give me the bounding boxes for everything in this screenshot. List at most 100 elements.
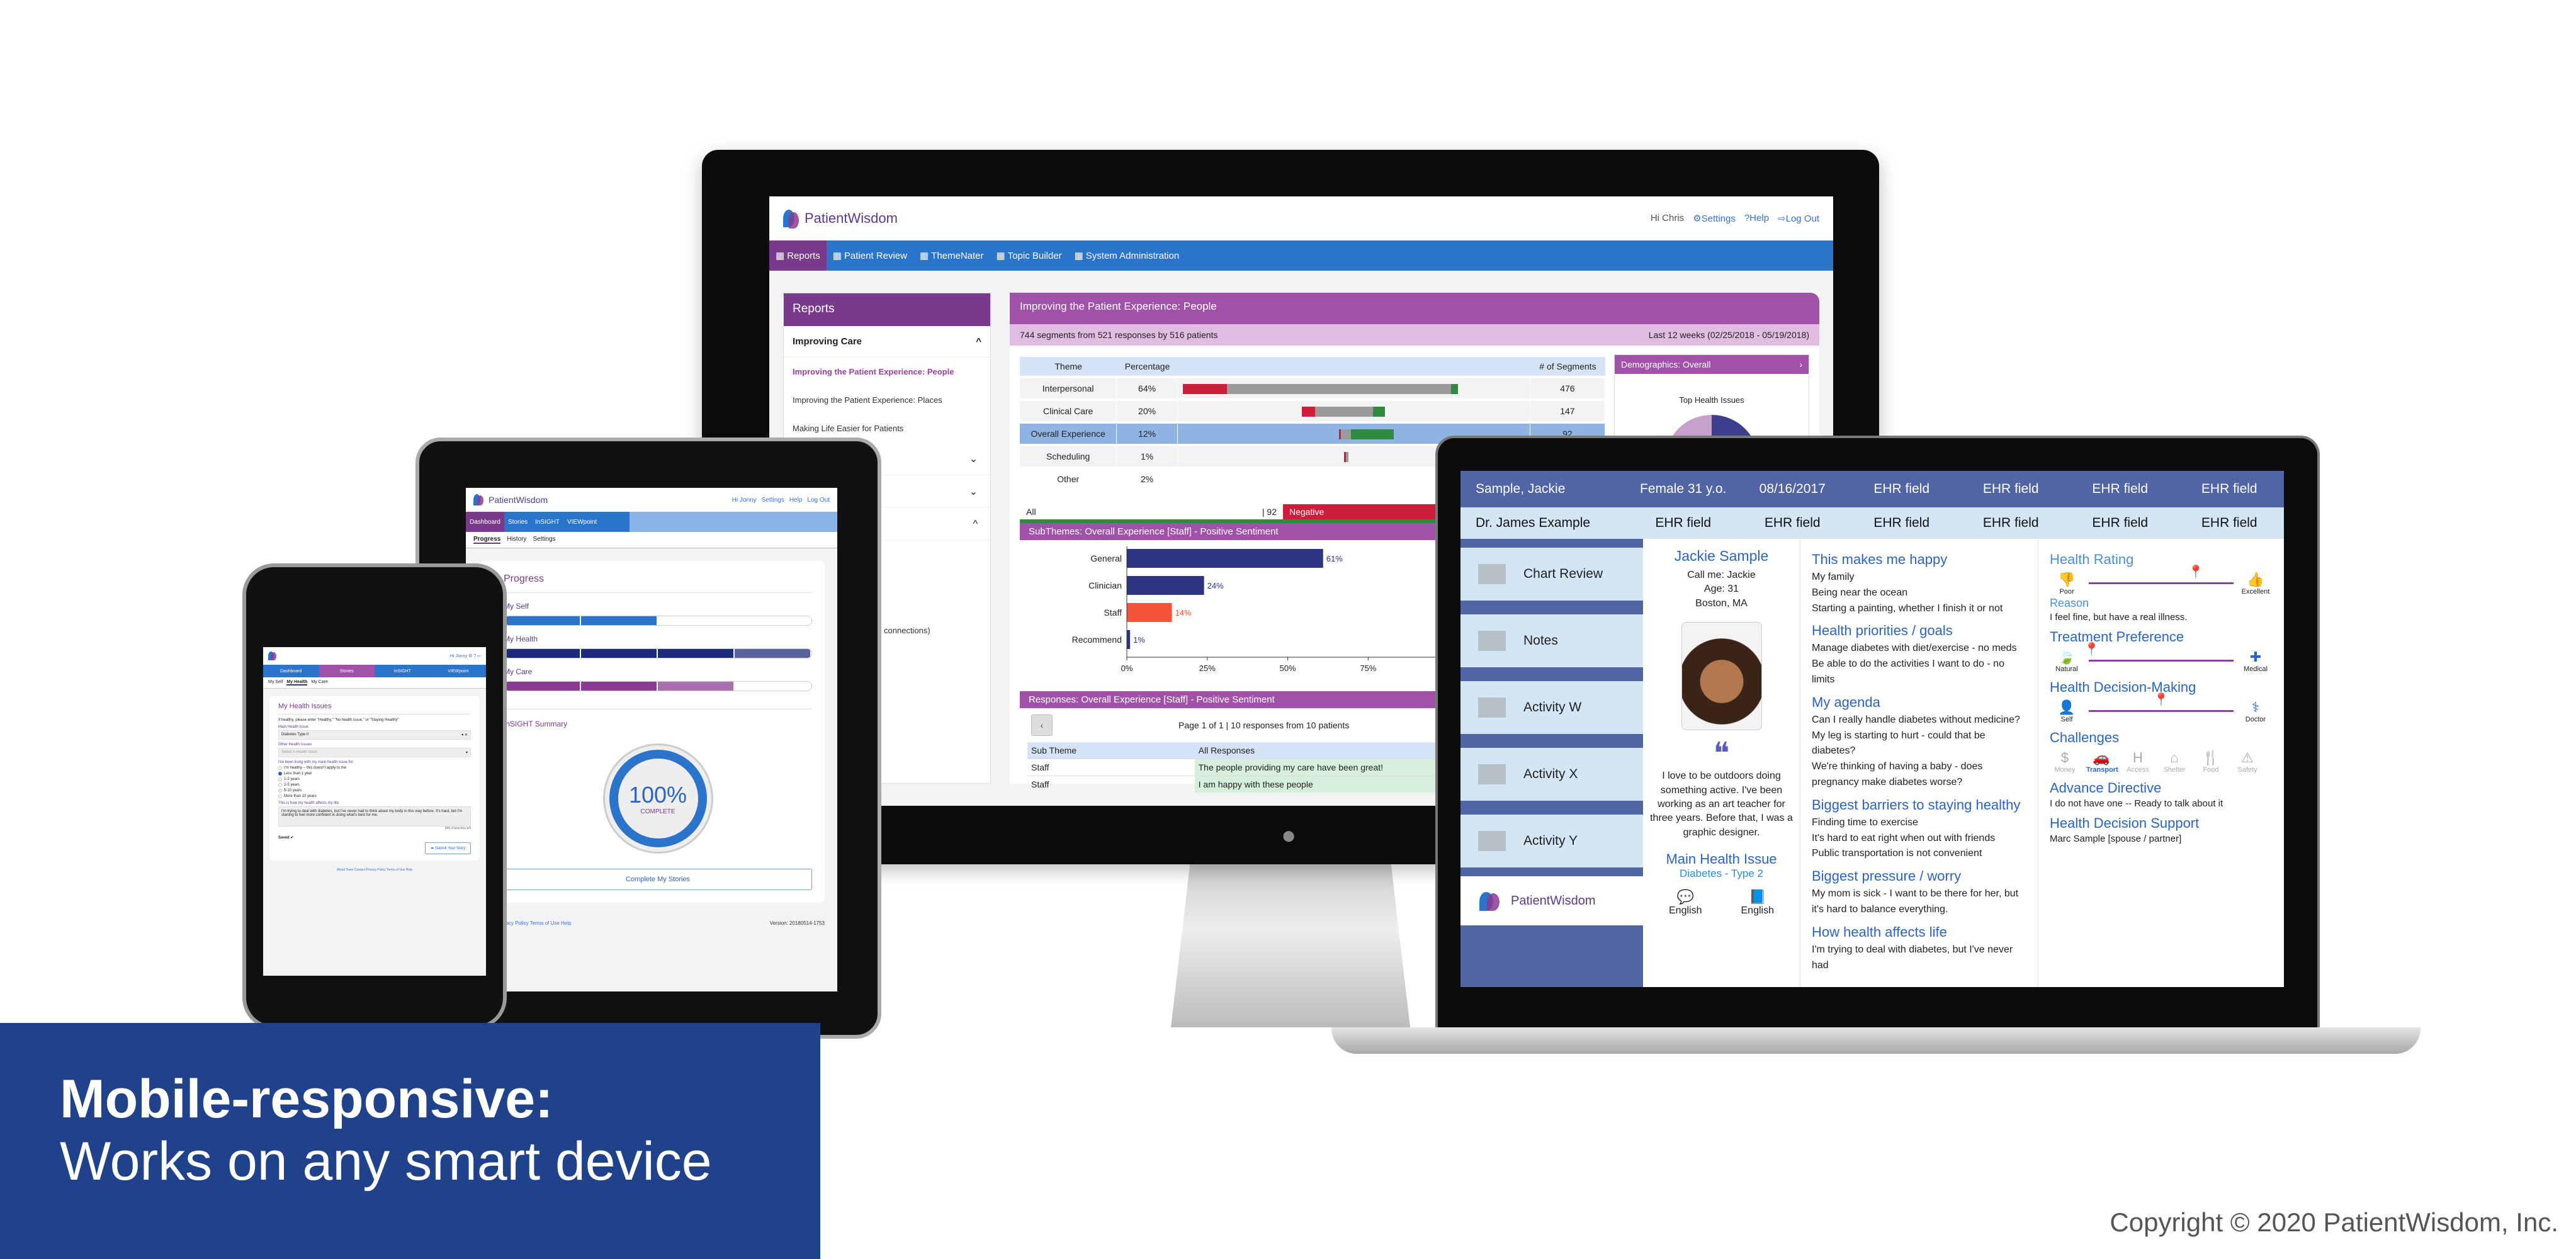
chevron-right-icon[interactable]: › — [1799, 359, 1802, 370]
bar[interactable] — [1127, 549, 1323, 568]
nav-tab-viewpoint[interactable]: VIEWpoint — [563, 512, 601, 532]
sentiment-bar-cell — [1177, 378, 1530, 398]
patientwisdom-logo[interactable]: PatientWisdom — [473, 493, 548, 507]
sentiment-bar[interactable] — [1344, 452, 1348, 462]
radio-button[interactable] — [278, 789, 282, 793]
challenge-money[interactable]: $ Money — [2050, 750, 2080, 774]
sentiment-bar[interactable] — [1182, 384, 1459, 394]
sidebar-item-activity-x[interactable]: Activity X — [1460, 748, 1643, 801]
bar[interactable] — [1127, 630, 1131, 649]
radio-button[interactable] — [278, 766, 282, 770]
nav-tab-stories[interactable]: Stories — [504, 512, 531, 532]
sidebar-item-places[interactable]: Improving the Patient Experience: Places — [784, 386, 990, 414]
footer-link-contact[interactable]: Contact — [354, 868, 366, 872]
duration-radio[interactable]: 1-2 years — [278, 777, 471, 781]
bar[interactable] — [1127, 603, 1172, 622]
radio-button[interactable] — [278, 783, 282, 787]
logo-mark-icon[interactable] — [268, 650, 277, 662]
footer-link-terms-of-use[interactable]: Terms of Use — [530, 920, 561, 926]
nav-tab-insight[interactable]: InSIGHT — [375, 665, 431, 677]
nav-tab-viewpoint[interactable]: VIEWpoint — [431, 665, 487, 677]
patientwisdom-logo[interactable]: PatientWisdom — [1460, 876, 1643, 925]
prev-page-button[interactable]: ‹ — [1031, 714, 1053, 736]
filter-tab-all[interactable]: All | 92 — [1020, 504, 1283, 523]
sidebar-item-activity-w[interactable]: Activity W — [1460, 681, 1643, 734]
radio-button[interactable] — [278, 777, 282, 781]
sentiment-bar[interactable] — [1301, 407, 1386, 417]
header-link-help[interactable]: Help — [789, 497, 803, 504]
bar[interactable] — [1127, 576, 1204, 595]
sidebar-item-people[interactable]: Improving the Patient Experience: People — [784, 358, 990, 386]
header-field: EHR field — [1873, 482, 1930, 496]
neu-segment — [1227, 384, 1452, 394]
other-health-issues-select[interactable]: Select A Health Issue ▾ — [278, 748, 471, 757]
apple-logo-icon: ● — [1281, 821, 1297, 849]
nav-tab-stories[interactable]: Stories — [319, 665, 375, 677]
main-health-issue-select[interactable]: Diabetes Type II ▾ ✕ — [278, 730, 471, 740]
subtab-progress[interactable]: Progress — [473, 536, 501, 544]
footer-link-terms-of-use[interactable]: Terms of Use — [387, 868, 406, 872]
sentiment-bar[interactable] — [1339, 429, 1394, 439]
sidebar-group-improving-care[interactable]: Improving Care ^ — [784, 326, 990, 358]
duration-radio[interactable]: More than 10 years — [278, 794, 471, 798]
radio-button[interactable] — [278, 794, 282, 798]
written-language: 📘 English — [1741, 889, 1774, 917]
speech-bubble-icon: 💬 — [1676, 889, 1694, 905]
footer-link-help[interactable]: Help — [406, 868, 412, 872]
nav-tab-themenater[interactable]: ▦ ThemeNater — [913, 240, 990, 271]
patient-quote: I love to be outdoors doing something ac… — [1650, 771, 1793, 838]
nav-tab-reports[interactable]: ▦ Reports — [769, 240, 827, 271]
chevron-down-icon: ⌄ — [969, 453, 978, 465]
sidebar-item-activity-y[interactable]: Activity Y — [1460, 815, 1643, 867]
sidebar-item-label: Activity X — [1523, 767, 1578, 781]
challenge-shelter[interactable]: ⌂ Shelter — [2159, 750, 2189, 774]
decision-making-scale: 👤 Self 📍 ⚕ Doctor — [2050, 693, 2273, 723]
radio-button[interactable] — [278, 772, 282, 776]
duration-radio[interactable]: 5-10 years — [278, 789, 471, 793]
neu-segment — [1340, 429, 1352, 439]
health-affects-life-textarea[interactable]: I'm trying to deal with diabetes, but I'… — [278, 806, 471, 827]
header-link-log-out[interactable]: Log Out — [807, 497, 830, 504]
table-row[interactable]: Clinical Care 20% 147 — [1020, 401, 1605, 421]
duration-radio[interactable]: I'm healthy -- this doesn't apply to me — [278, 766, 471, 770]
nav-tab-system-administration[interactable]: ▦ System Administration — [1068, 240, 1186, 271]
challenge-food[interactable]: 🍴 Food — [2196, 750, 2226, 774]
radio-label: Less than 1 year — [284, 772, 312, 776]
nav-tab-label: System Administration — [1085, 250, 1180, 261]
header-link-settings[interactable]: Settings — [762, 497, 784, 504]
sidebar-item-notes[interactable]: Notes — [1460, 614, 1643, 667]
nav-tab-topic-builder[interactable]: ▦ Topic Builder — [990, 240, 1068, 271]
footer-link-privacy-policy[interactable]: Privacy Policy — [366, 868, 387, 872]
story-heading: My agenda — [1812, 694, 1880, 710]
duration-radio[interactable]: Less than 1 year — [278, 772, 471, 776]
gear-icon[interactable]: ⚙ — [468, 654, 472, 658]
duration-radio[interactable]: 2-5 years — [278, 783, 471, 787]
submit-story-button[interactable]: ➦ Submit Your Story — [425, 842, 471, 854]
subtab-history[interactable]: History — [507, 536, 526, 544]
theme-name: Other — [1020, 469, 1117, 489]
challenge-safety[interactable]: ⚠ Safety — [2232, 750, 2262, 774]
subtab-my-health[interactable]: My Health — [286, 680, 308, 686]
complete-my-stories-button[interactable]: Complete My Stories — [504, 869, 812, 890]
footer-link-team[interactable]: Team — [346, 868, 354, 872]
header-field: EHR field — [1764, 516, 1821, 530]
nav-tab-insight[interactable]: InSIGHT — [531, 512, 563, 532]
help-icon[interactable]: ? — [473, 654, 476, 658]
logout-icon[interactable]: ⇨ — [477, 654, 481, 658]
subtab-my-self[interactable]: My Self — [268, 680, 283, 686]
table-row[interactable]: Interpersonal 64% 476 — [1020, 378, 1605, 398]
challenge-transport[interactable]: 🚗 Transport — [2086, 750, 2118, 774]
patientwisdom-logo[interactable]: PatientWisdom — [783, 207, 898, 230]
challenge-access[interactable]: H Access — [2123, 750, 2153, 774]
nav-tab-patient-review[interactable]: ▦ Patient Review — [827, 240, 913, 271]
footer-link-about[interactable]: About — [337, 868, 346, 872]
nav-tab-dashboard[interactable]: Dashboard — [466, 512, 504, 532]
header-link-settings[interactable]: ⚙Settings — [1693, 213, 1736, 224]
header-link-log-out[interactable]: ⇨Log Out — [1778, 213, 1819, 224]
sidebar-item-chart-review[interactable]: Chart Review — [1460, 548, 1643, 601]
subtab-my-care[interactable]: My Care — [311, 680, 327, 686]
subtab-settings[interactable]: Settings — [533, 536, 555, 544]
footer-link-help[interactable]: Help — [561, 920, 571, 926]
header-link-help[interactable]: ?Help — [1744, 213, 1769, 224]
nav-tab-dashboard[interactable]: Dashboard — [263, 665, 319, 677]
